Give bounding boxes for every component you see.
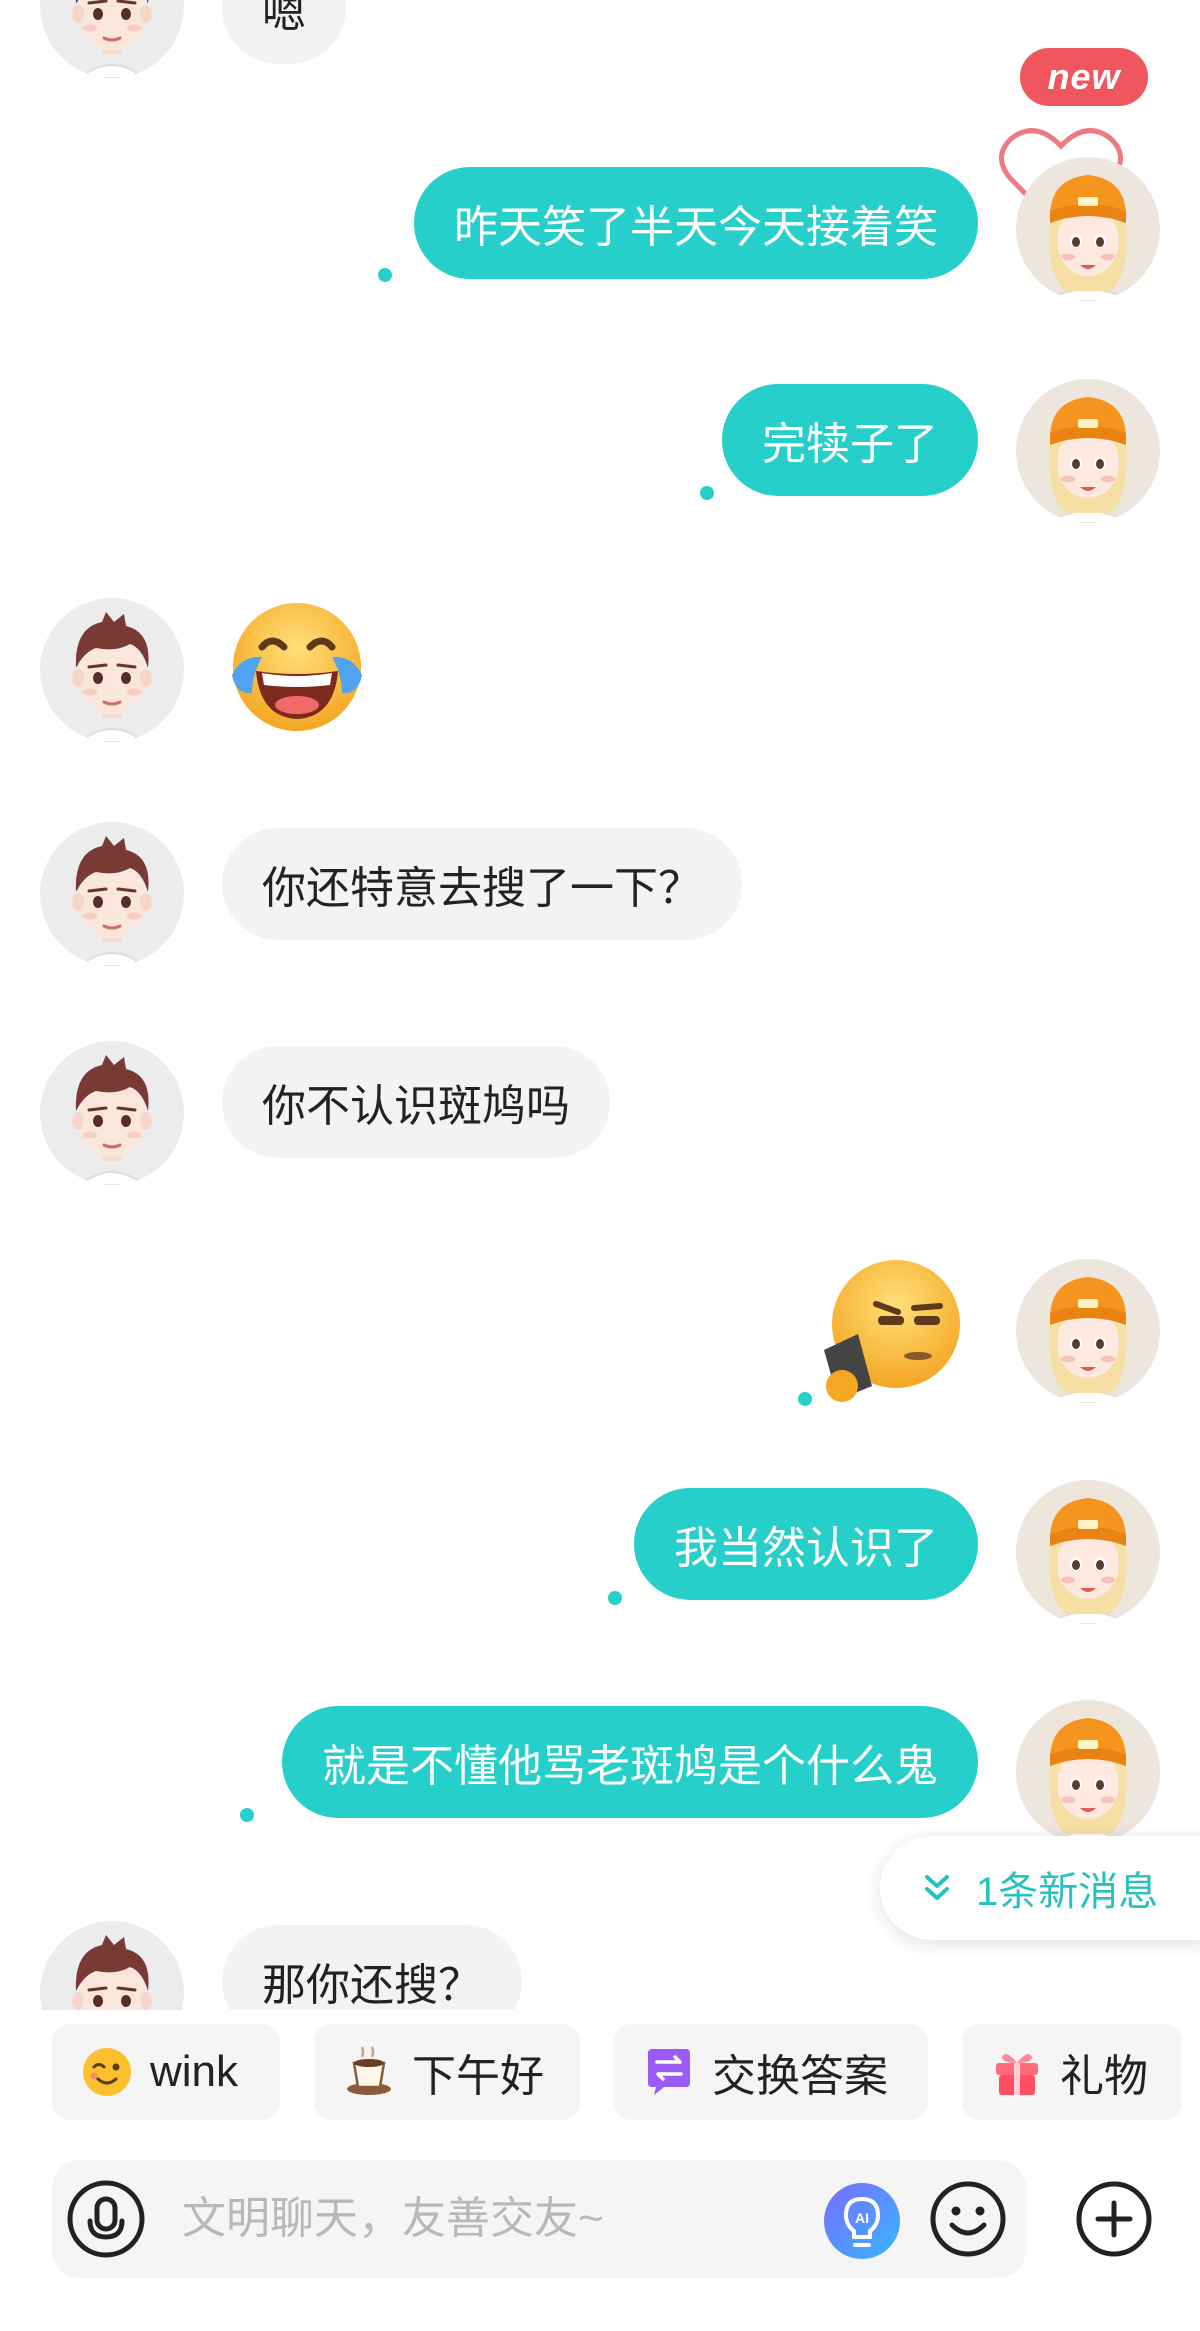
quick-action-exchange-answers[interactable]: 交换答案: [614, 2024, 928, 2120]
read-indicator-dot: [240, 1808, 254, 1822]
coffee-cup-icon: [342, 2045, 396, 2099]
message-bubble-outgoing[interactable]: 完犊子了: [722, 384, 978, 496]
smiley-icon[interactable]: [928, 2179, 1008, 2259]
my-avatar[interactable]: [1016, 1259, 1160, 1403]
message-bubble-incoming[interactable]: 嗯: [222, 0, 346, 64]
quick-action-wink[interactable]: wink: [52, 2024, 280, 2120]
read-indicator-dot: [378, 268, 392, 282]
quick-action-label: 下午好: [412, 2052, 544, 2101]
composer-panel: wink 下午好 交换答案 礼物 文明聊天，友善交友~ AI: [0, 2010, 1200, 2331]
tears-of-joy-emoji[interactable]: [222, 595, 372, 745]
message-text: 你不认识斑鸠吗: [262, 1082, 570, 1131]
my-avatar[interactable]: [1016, 379, 1160, 523]
my-avatar[interactable]: [1016, 1700, 1160, 1844]
read-indicator-dot: [608, 1591, 622, 1605]
message-text: 你还特意去搜了一下？: [262, 864, 702, 913]
plus-circle-icon[interactable]: [1074, 2179, 1154, 2259]
new-badge: new: [1020, 48, 1148, 106]
quick-action-label: 交换答案: [712, 2052, 888, 2101]
exchange-icon: [642, 2045, 696, 2099]
new-badge-label: new: [1047, 56, 1121, 97]
message-bubble-incoming[interactable]: 你还特意去搜了一下？: [222, 828, 742, 940]
my-avatar[interactable]: [1016, 157, 1160, 301]
contact-avatar[interactable]: [40, 0, 184, 78]
wink-emoji-icon: [80, 2045, 134, 2099]
message-text: 我当然认识了: [674, 1524, 938, 1573]
read-indicator-dot: [798, 1392, 812, 1406]
message-text: 嗯: [262, 0, 306, 37]
chevron-double-down-icon: [925, 1875, 949, 1900]
quick-action-label: wink: [150, 2047, 239, 2096]
contact-avatar[interactable]: [40, 1041, 184, 1185]
read-indicator-dot: [700, 486, 714, 500]
contact-avatar[interactable]: [40, 822, 184, 966]
message-text: 完犊子了: [762, 420, 938, 469]
message-text: 就是不懂他骂老斑鸠是个什么鬼: [322, 1742, 938, 1791]
voice-icon[interactable]: [66, 2179, 146, 2259]
message-input[interactable]: 文明聊天，友善交友~ AI: [52, 2160, 1026, 2278]
message-bubble-incoming[interactable]: 你不认识斑鸠吗: [222, 1046, 610, 1158]
message-bubble-outgoing[interactable]: 昨天笑了半天今天接着笑: [414, 167, 978, 279]
new-messages-button[interactable]: 1条新消息: [880, 1836, 1200, 1940]
side-eye-phone-emoji[interactable]: [818, 1252, 968, 1402]
quick-action-label: 礼物: [1060, 2052, 1148, 2101]
svg-text:AI: AI: [855, 2210, 869, 2226]
message-bubble-outgoing[interactable]: 我当然认识了: [634, 1488, 978, 1600]
quick-action-gift[interactable]: 礼物: [962, 2024, 1182, 2120]
quick-action-good-afternoon[interactable]: 下午好: [314, 2024, 580, 2120]
new-messages-label: 1条新消息: [976, 1870, 1159, 1914]
message-bubble-outgoing[interactable]: 就是不懂他骂老斑鸠是个什么鬼: [282, 1706, 978, 1818]
ai-bulb-icon[interactable]: AI: [822, 2181, 900, 2259]
message-input-placeholder: 文明聊天，友善交友~: [182, 2194, 604, 2243]
contact-avatar[interactable]: [40, 598, 184, 742]
message-text: 那你还搜？: [262, 1961, 482, 2010]
my-avatar[interactable]: [1016, 1480, 1160, 1624]
message-text: 昨天笑了半天今天接着笑: [454, 203, 938, 252]
gift-icon: [990, 2045, 1044, 2099]
